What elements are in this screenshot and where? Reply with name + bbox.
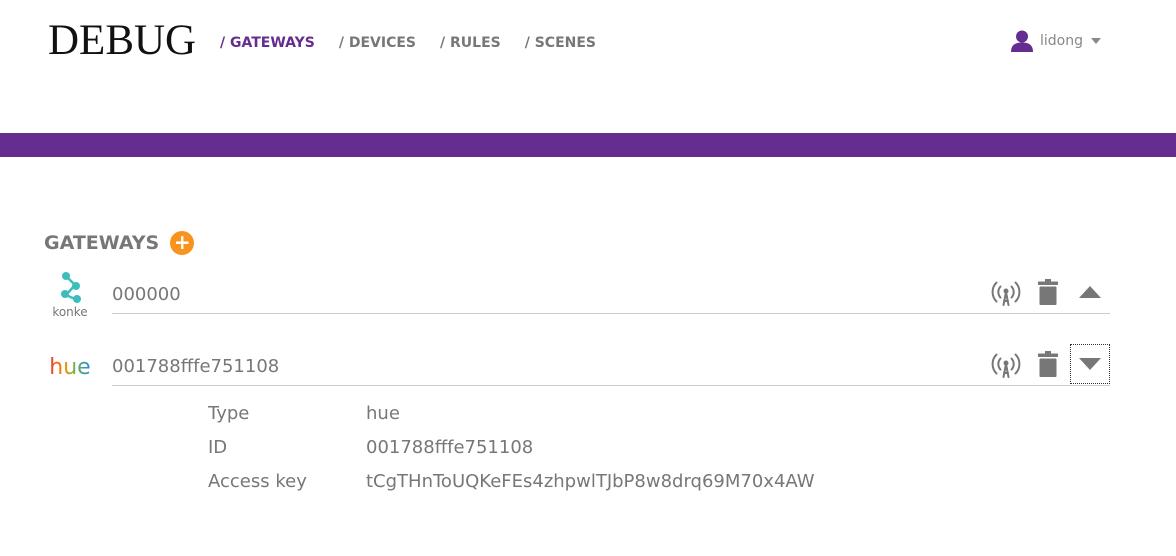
app-logo[interactable]: DEBUG — [48, 17, 196, 65]
hue-logo: hue — [44, 340, 96, 392]
gateway-row[interactable]: 001788fffe751108 — [112, 344, 1110, 386]
detail-row-access-key: Access key tCgTHnToUQKeFEs4zhpwlTJbP8w8d… — [208, 464, 815, 498]
detail-label: Access key — [208, 470, 307, 492]
detail-value: 001788fffe751108 — [366, 436, 534, 458]
antenna-icon[interactable] — [986, 344, 1026, 384]
detail-value: tCgTHnToUQKeFEs4zhpwlTJbP8w8drq69M70x4AW — [366, 470, 815, 492]
chevron-up-icon[interactable] — [1070, 272, 1110, 312]
gateway-row[interactable]: 000000 — [112, 272, 1110, 314]
trash-icon[interactable] — [1028, 272, 1068, 312]
hue-logo-text: hue — [49, 355, 90, 380]
trash-icon[interactable] — [1028, 344, 1068, 384]
detail-label: ID — [208, 436, 228, 458]
nav-rules[interactable]: / RULES — [440, 34, 501, 52]
nav-scenes[interactable]: / SCENES — [525, 34, 596, 52]
detail-label: Type — [208, 402, 250, 424]
caret-down-icon — [1091, 38, 1101, 44]
detail-row-type: Type hue — [208, 396, 815, 430]
detail-value: hue — [366, 402, 400, 424]
user-icon — [1010, 30, 1034, 52]
gateway-id: 000000 — [112, 284, 181, 305]
nav-gateways[interactable]: / GATEWAYS — [220, 34, 315, 52]
page-title: GATEWAYS — [44, 232, 160, 254]
add-gateway-button[interactable]: + — [170, 231, 195, 255]
antenna-icon[interactable] — [986, 272, 1026, 312]
nav-devices[interactable]: / DEVICES — [339, 34, 416, 52]
user-name: lidong — [1040, 33, 1083, 49]
gateways-header: GATEWAYS + — [44, 231, 195, 255]
user-menu[interactable]: lidong — [1010, 30, 1101, 52]
brand-band — [0, 133, 1176, 157]
detail-row-id: ID 001788fffe751108 — [208, 430, 815, 464]
main-nav: / GATEWAYS / DEVICES / RULES / SCENES — [220, 34, 620, 52]
gateway-details: Type hue ID 001788fffe751108 Access key … — [208, 396, 815, 498]
chevron-down-icon[interactable] — [1070, 344, 1110, 384]
konke-logo-text: konke — [52, 305, 87, 319]
konke-logo: konke — [44, 268, 96, 320]
gateway-id: 001788fffe751108 — [112, 356, 280, 377]
